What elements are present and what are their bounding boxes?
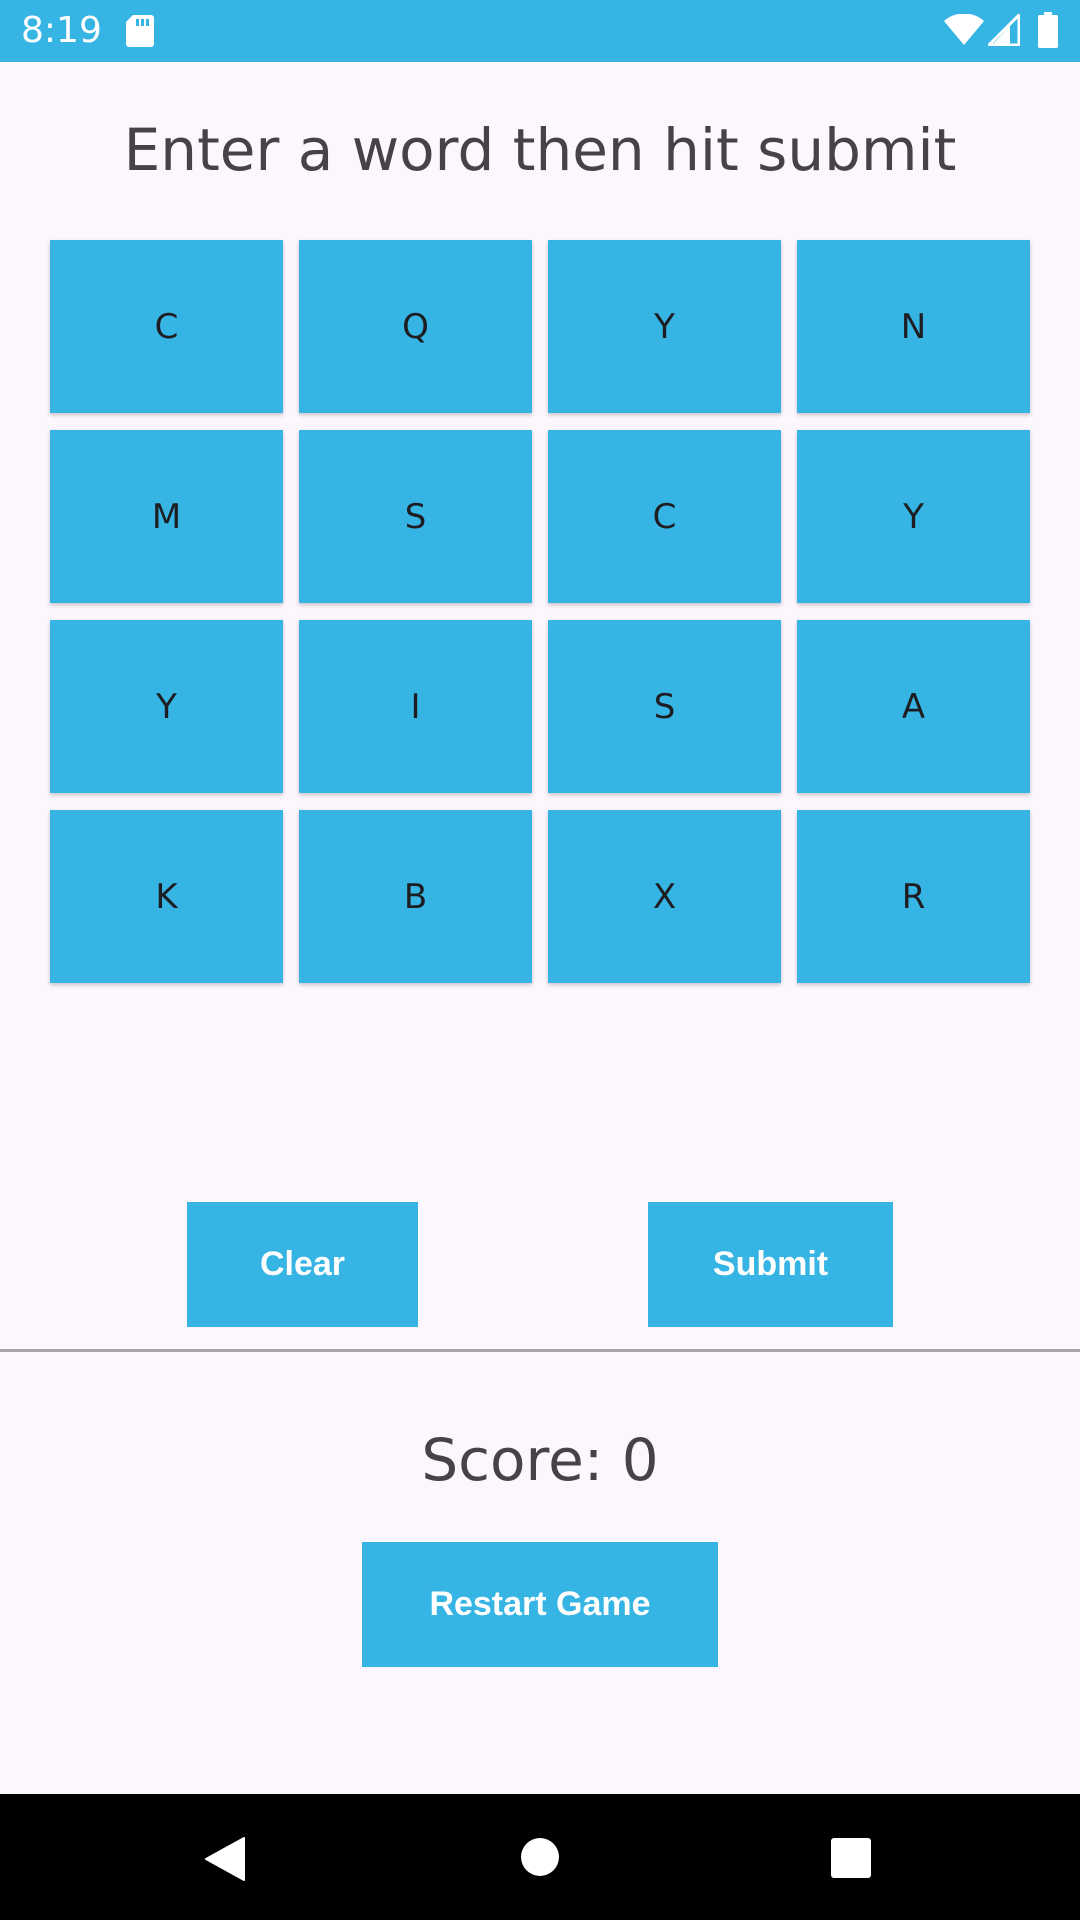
letter-tile[interactable]: M (50, 430, 283, 603)
signal-icon (988, 14, 1020, 46)
battery-icon (1038, 12, 1058, 48)
letter-tile[interactable]: I (299, 620, 532, 793)
letter-tile[interactable]: S (299, 430, 532, 603)
letter-tile[interactable]: Y (50, 620, 283, 793)
letter-tile[interactable]: N (797, 240, 1030, 413)
letter-grid: C Q Y N M S C Y Y I S A K B X R (50, 240, 1030, 983)
letter-tile[interactable]: Y (797, 430, 1030, 603)
letter-tile[interactable]: C (50, 240, 283, 413)
submit-button[interactable]: Submit (648, 1202, 893, 1327)
letter-tile[interactable]: Y (548, 240, 781, 413)
home-icon[interactable] (520, 1837, 560, 1877)
restart-game-button[interactable]: Restart Game (362, 1542, 718, 1667)
back-icon[interactable] (204, 1836, 246, 1882)
status-bar: 8:19 (0, 0, 1080, 62)
letter-tile[interactable]: Q (299, 240, 532, 413)
navigation-bar (0, 1794, 1080, 1920)
letter-tile[interactable]: A (797, 620, 1030, 793)
clear-button[interactable]: Clear (187, 1202, 418, 1327)
letter-tile[interactable]: X (548, 810, 781, 983)
instruction-text: Enter a word then hit submit (123, 116, 957, 184)
letter-tile[interactable]: R (797, 810, 1030, 983)
letter-tile[interactable]: C (548, 430, 781, 603)
sd-card-icon (126, 15, 154, 47)
letter-tile[interactable]: B (299, 810, 532, 983)
letter-tile[interactable]: S (548, 620, 781, 793)
divider (0, 1349, 1080, 1352)
wifi-icon (944, 14, 984, 45)
score-text: Score: 0 (421, 1426, 659, 1494)
recents-icon[interactable] (831, 1838, 871, 1878)
letter-tile[interactable]: K (50, 810, 283, 983)
status-time: 8:19 (21, 10, 102, 51)
